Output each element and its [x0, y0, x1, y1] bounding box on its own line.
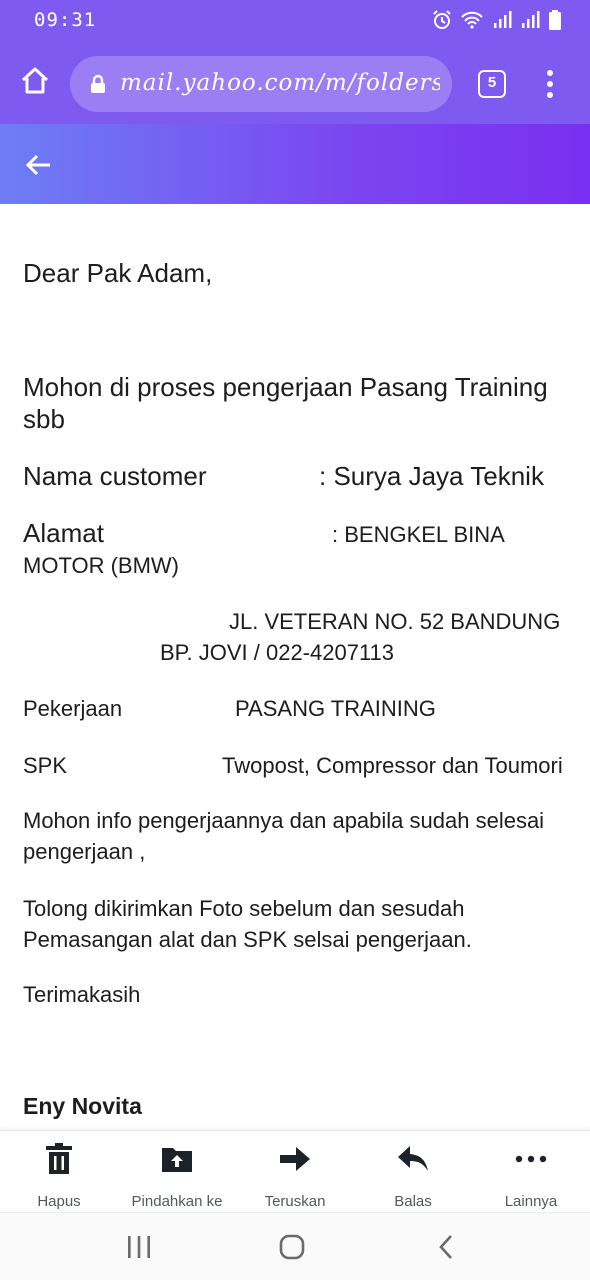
- recents-icon: [128, 1236, 150, 1258]
- forward-label: Teruskan: [264, 1193, 326, 1210]
- status-icons: [432, 10, 562, 30]
- message-action-bar: Hapus Pindahkan ke Teruskan Balas Lainny…: [0, 1130, 590, 1212]
- browser-toolbar: mail.yahoo.com/m/folders/ 5: [0, 40, 590, 124]
- system-navigation-bar: [0, 1212, 590, 1280]
- photo-line-2: Pemasangan alat dan SPK selsai pengerjaa…: [23, 927, 472, 952]
- lock-icon: [90, 74, 106, 99]
- forward-button[interactable]: Teruskan: [236, 1141, 354, 1210]
- spk-value: Twopost, Compressor dan Toumori: [222, 753, 563, 778]
- move-to-button[interactable]: Pindahkan ke: [118, 1141, 236, 1210]
- address-contact: BP. JOVI / 022-4207113: [160, 640, 395, 665]
- address-street: JL. VETERAN NO. 52 BANDUNG: [229, 609, 561, 634]
- status-time: 09:31: [34, 9, 97, 31]
- tab-switcher-button[interactable]: 5: [478, 70, 506, 98]
- reply-icon: [398, 1146, 428, 1171]
- arrow-right-icon: [280, 1147, 310, 1171]
- email-body: Dear Pak Adam, Mohon di proses pengerjaa…: [0, 204, 590, 1130]
- job-label: Pekerjaan: [23, 696, 123, 721]
- trash-icon: [46, 1143, 72, 1174]
- photo-line-1: Tolong dikirimkan Foto sebelum dan sesud…: [23, 896, 465, 921]
- battery-icon: [548, 10, 562, 30]
- back-nav-button[interactable]: [426, 1231, 466, 1263]
- home-nav-button[interactable]: [272, 1231, 312, 1263]
- more-label: Lainnya: [504, 1193, 558, 1210]
- move-to-label: Pindahkan ke: [131, 1193, 223, 1210]
- signal-icon: [492, 10, 512, 30]
- address-value: : BENGKEL BINA: [332, 522, 505, 547]
- more-vertical-icon: [547, 70, 553, 98]
- folder-move-icon: [162, 1148, 192, 1172]
- intro-line-1: Mohon di proses pengerjaan Pasang Traini…: [23, 372, 548, 402]
- chevron-left-icon: [439, 1235, 452, 1259]
- home-button[interactable]: [18, 64, 52, 98]
- info-line-1: Mohon info pengerjaannya dan apabila sud…: [23, 808, 545, 833]
- delete-button[interactable]: Hapus: [0, 1141, 118, 1210]
- thanks: Terimakasih: [23, 982, 141, 1007]
- delete-label: Hapus: [37, 1193, 81, 1210]
- home-icon: [21, 67, 49, 94]
- customer-label: Nama customer: [23, 461, 207, 491]
- address-bar[interactable]: mail.yahoo.com/m/folders/: [70, 56, 452, 112]
- signature-name: Eny Novita: [23, 1093, 142, 1119]
- more-horizontal-icon: [515, 1155, 547, 1163]
- wifi-icon: [460, 10, 484, 30]
- back-button[interactable]: [24, 150, 54, 180]
- browser-menu-button[interactable]: [538, 68, 562, 100]
- customer-value: : Surya Jaya Teknik: [319, 461, 544, 491]
- recent-apps-button[interactable]: [119, 1231, 159, 1263]
- home-circle-icon: [279, 1234, 305, 1260]
- job-value: PASANG TRAINING: [235, 696, 436, 721]
- intro-line-2: sbb: [23, 404, 65, 434]
- message-header: [0, 124, 590, 204]
- url-text: mail.yahoo.com/m/folders/: [120, 70, 440, 96]
- spk-label: SPK: [23, 753, 68, 778]
- info-line-2: pengerjaan ,: [23, 839, 146, 864]
- status-bar: 09:31: [0, 0, 590, 40]
- arrow-left-icon: [25, 154, 50, 176]
- more-button[interactable]: Lainnya: [472, 1141, 590, 1210]
- alarm-icon: [432, 10, 452, 30]
- reply-button[interactable]: Balas: [354, 1141, 472, 1210]
- signal-icon: [520, 10, 540, 30]
- address-value-cont: MOTOR (BMW): [23, 553, 180, 578]
- greeting: Dear Pak Adam,: [23, 258, 213, 288]
- address-label: Alamat: [23, 518, 104, 548]
- reply-label: Balas: [394, 1193, 432, 1210]
